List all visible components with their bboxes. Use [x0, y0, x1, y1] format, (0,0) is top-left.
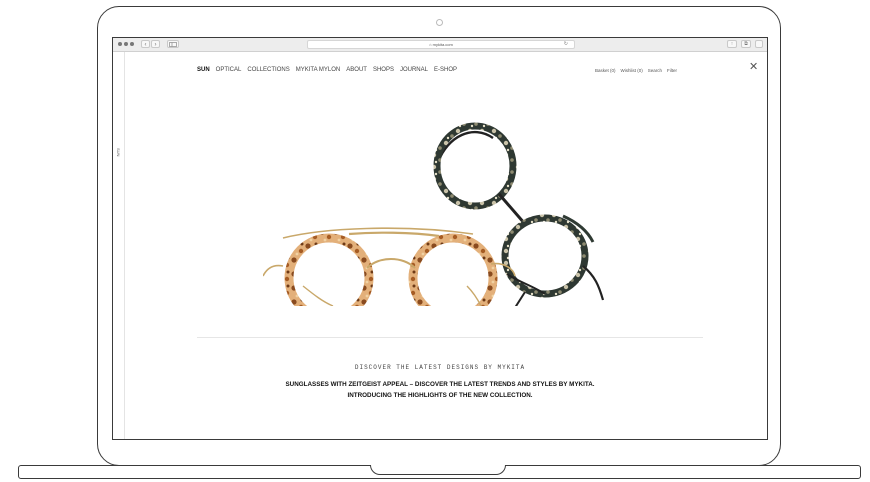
nav-item-mykita-mylon[interactable]: MYKITA MYLON — [296, 67, 341, 73]
wishlist-link[interactable]: Wishlist (0) — [621, 68, 643, 73]
close-window-icon[interactable] — [118, 42, 122, 46]
main-nav: SUN OPTICAL COLLECTIONS MYKITA MYLON ABOUT SH… — [197, 67, 463, 73]
nav-item-collections[interactable]: COLLECTIONS — [247, 67, 289, 73]
search-link[interactable]: Search — [648, 68, 662, 73]
close-icon[interactable]: ✕ — [749, 62, 758, 73]
dark-tortoise-glasses — [433, 122, 605, 306]
nav-item-about[interactable]: ABOUT — [346, 67, 367, 73]
nav-item-optical[interactable]: OPTICAL — [216, 67, 242, 73]
basket-link[interactable]: Basket (0) — [595, 68, 616, 73]
tabs-icon[interactable]: ⧉ — [741, 40, 751, 48]
filter-link[interactable]: Filter — [667, 68, 677, 73]
hero-headline-line-2: INTRODUCING THE HIGHLIGHTS OF THE NEW CO… — [347, 392, 533, 399]
rail-label: SUN — [116, 148, 121, 157]
url-bar[interactable]: ⌂ mykita.com ↻ — [307, 40, 575, 49]
nav-item-sun[interactable]: SUN — [197, 67, 210, 73]
share-icon[interactable]: ↑ — [727, 40, 737, 48]
back-button[interactable]: ‹ — [141, 40, 150, 48]
reload-icon[interactable]: ↻ — [564, 41, 568, 48]
sidebar-icon[interactable] — [167, 40, 179, 48]
hero-headline: SUNGLASSES WITH ZEITGEIST APPEAL – DISCO… — [113, 379, 767, 401]
new-tab-icon[interactable] — [755, 40, 763, 48]
browser-toolbar: ‹ › ⌂ mykita.com ↻ ↑ ⧉ — [113, 38, 767, 52]
utility-nav: Basket (0) Wishlist (0) Search Filter — [595, 68, 682, 73]
camera-icon — [436, 19, 443, 26]
laptop-notch — [370, 465, 506, 475]
maximize-window-icon[interactable] — [130, 42, 134, 46]
nav-item-e-shop[interactable]: E-SHOP — [434, 67, 457, 73]
hero-kicker: DISCOVER THE LATEST DESIGNS BY MYKITA — [354, 364, 526, 371]
gold-tortoise-glasses — [263, 227, 516, 306]
minimize-window-icon[interactable] — [124, 42, 128, 46]
nav-item-shops[interactable]: SHOPS — [373, 67, 394, 73]
hero-divider — [197, 337, 703, 338]
url-text: ⌂ mykita.com — [429, 42, 453, 47]
screen: ‹ › ⌂ mykita.com ↻ ↑ ⧉ SUN SUN OPTICAL COL… — [112, 37, 768, 440]
nav-item-journal[interactable]: JOURNAL — [400, 67, 428, 73]
hero-headline-line-1: SUNGLASSES WITH ZEITGEIST APPEAL – DISCO… — [285, 381, 595, 388]
forward-button[interactable]: › — [151, 40, 160, 48]
hero-image[interactable] — [263, 116, 633, 306]
